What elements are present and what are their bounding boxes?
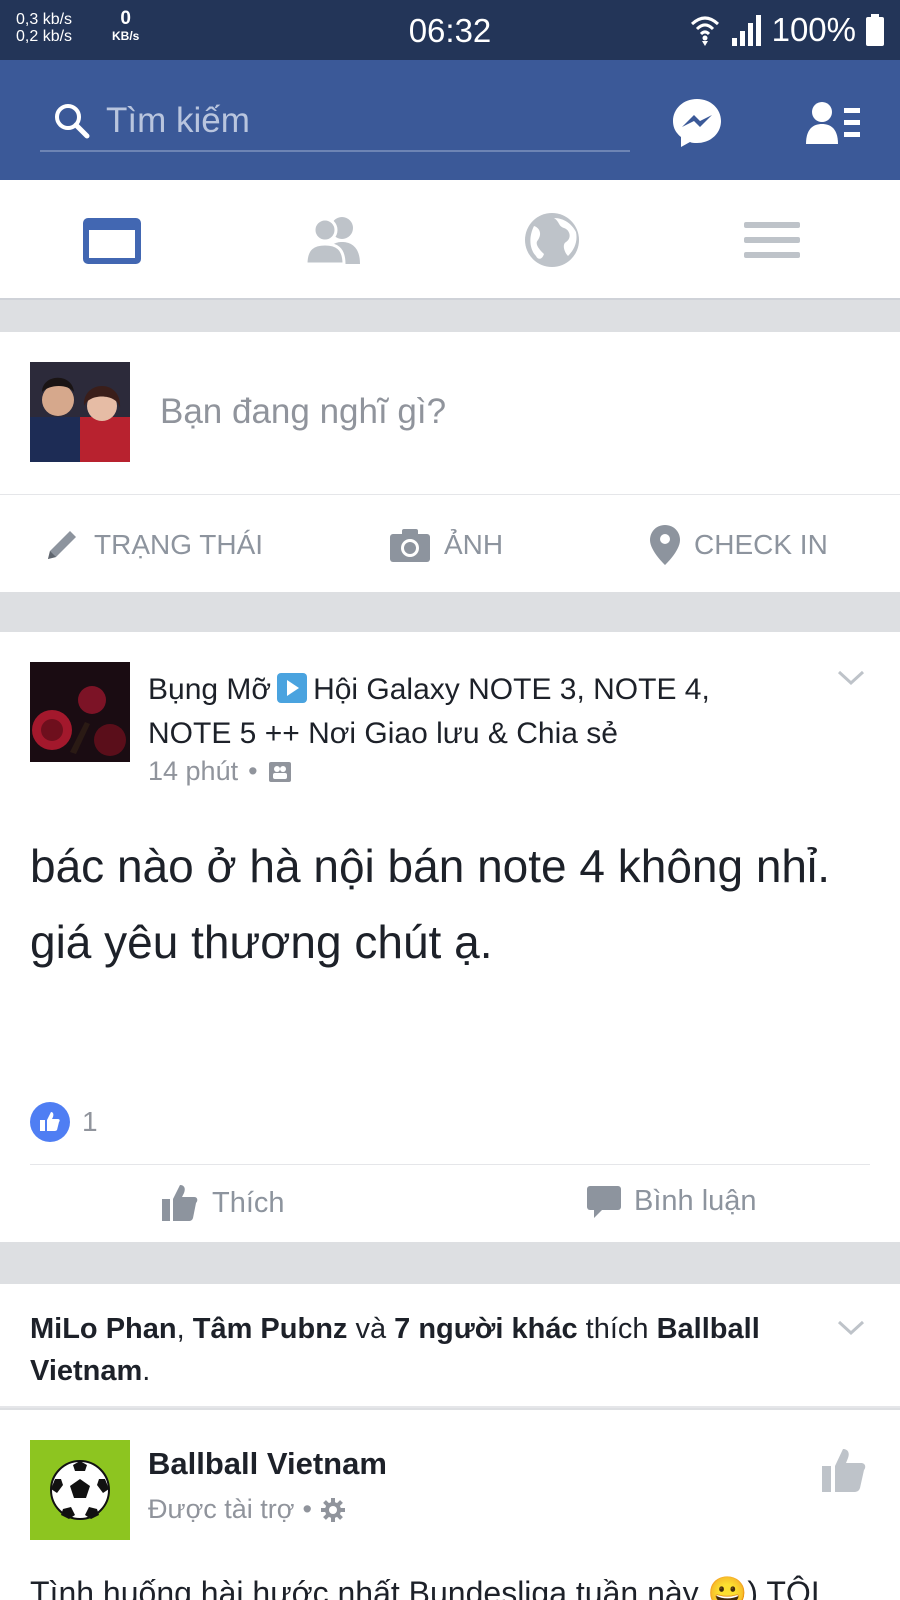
tab-bar [0,180,900,300]
friends-icon[interactable] [300,210,370,270]
battery-icon [866,14,884,46]
search-placeholder: Tìm kiếm [106,101,250,140]
feed-post: Bụng Mỡ Hội Galaxy NOTE 3, NOTE 4, NOTE 5… [0,632,900,1242]
post-time[interactable]: 14 phút [148,756,238,787]
period: . [142,1355,151,1387]
post-actions: Thích Bình luận [30,1164,870,1242]
group-audience-icon [268,761,291,782]
sponsored-meta: Được tài trợ • [148,1494,346,1525]
photo-button[interactable]: ẢNH [390,525,503,565]
play-arrow-icon [277,673,308,703]
status-bar: 0,3 kb/s 0,2 kb/s 0 KB/s 06:32 100% [0,0,900,60]
post-body: bác nào ở hà nội bán note 4 không nhỉ. g… [30,840,831,968]
status-composer: Bạn đang nghĩ gì? TRẠNG THÁI ẢNH CHECK I [0,332,900,592]
app-header: Tìm kiếm [0,60,900,180]
meta-separator: • [302,1494,312,1524]
like-reaction-icon [30,1102,70,1142]
sponsored-post: Ballball Vietnam Được tài trợ • Tình huố… [0,1410,900,1600]
comment-label: Bình luận [634,1184,757,1217]
liked-text: thích [577,1313,657,1345]
search-bar[interactable]: Tìm kiếm [40,92,630,152]
avatar[interactable] [30,1440,130,1540]
pencil-icon [48,531,76,559]
wifi-icon [690,16,719,46]
roses-photo [30,662,130,762]
messenger-icon[interactable] [670,96,724,150]
sponsored-body: Tình huống hài hước nhất Bundesliga tuần… [30,1575,820,1600]
social-context-text: MiLo Phan, Tâm Pubnz và 7 người khác thí… [30,1308,790,1392]
post-title: Bụng Mỡ Hội Galaxy NOTE 3, NOTE 4, NOTE 5… [148,668,788,756]
like-count: 1 [82,1106,98,1137]
avatar[interactable] [30,662,130,762]
comment-button[interactable]: Bình luận [586,1183,757,1219]
like-label: Thích [212,1186,285,1219]
soccer-ball-icon [50,1460,110,1520]
chevron-down-icon[interactable] [836,1318,866,1338]
news-feed-icon[interactable] [80,210,150,270]
like-button[interactable]: Thích [160,1183,285,1223]
conjunction: và [347,1313,395,1345]
camera-icon [390,529,430,562]
checkin-button[interactable]: CHECK IN [650,525,828,565]
friend-name[interactable]: MiLo Phan [30,1313,177,1345]
meta-separator: • [248,756,258,786]
sponsored-label: Được tài trợ [148,1494,295,1524]
profile-photo [30,362,130,462]
thumbs-up-icon [162,1185,198,1221]
social-context: MiLo Phan, Tâm Pubnz và 7 người khác thí… [0,1284,900,1408]
sponsor-page-name[interactable]: Ballball Vietnam [148,1446,387,1482]
composer-actions: TRẠNG THÁI ẢNH CHECK IN [0,494,900,592]
photo-label: ẢNH [444,529,504,560]
like-page-icon[interactable] [820,1446,868,1494]
avatar[interactable] [30,362,130,462]
others-link[interactable]: 7 người khác [394,1313,577,1345]
globe-icon[interactable] [520,210,590,270]
menu-icon[interactable] [740,210,810,270]
gear-icon [320,1497,345,1522]
composer-prompt[interactable]: Bạn đang nghĩ gì? [160,392,446,432]
post-author[interactable]: Bụng Mỡ [148,673,271,706]
post-meta: 14 phút • [148,756,292,787]
reaction-summary[interactable]: 1 [30,1102,98,1142]
location-pin-icon [650,525,680,565]
status-label: TRẠNG THÁI [94,529,264,560]
comment-icon [587,1186,621,1218]
status-icons: 100% [690,10,884,50]
friend-requests-icon[interactable] [806,100,860,148]
checkin-label: CHECK IN [694,529,828,560]
signal-icon [731,15,761,46]
separator: , [176,1313,193,1345]
search-icon [55,104,90,139]
chevron-down-icon[interactable] [836,668,866,688]
friend-name[interactable]: Tâm Pubnz [193,1313,348,1345]
battery-percent: 100% [771,11,856,48]
status-button[interactable]: TRẠNG THÁI [44,525,263,565]
